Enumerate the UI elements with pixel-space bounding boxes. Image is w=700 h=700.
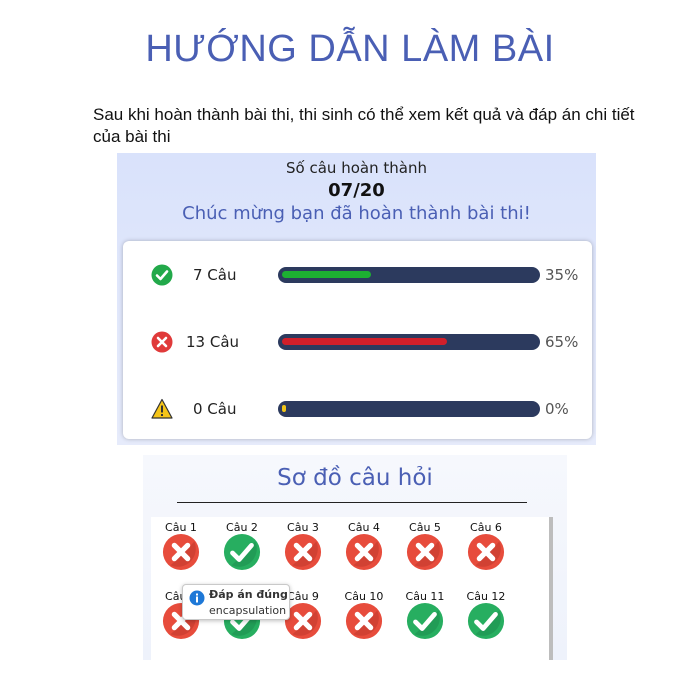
question-item[interactable]: Câu 2 [216,521,268,583]
progress-fill-skipped [282,405,286,412]
progress-fill-correct [282,271,371,278]
stat-percent: 65% [545,333,579,351]
info-icon [189,590,205,606]
stat-percent: 35% [545,266,579,284]
stat-row-skipped: 0 Câu 0% [123,394,592,424]
wrong-x-icon [406,533,444,571]
stat-label: 7 Câu [193,266,237,284]
progress-bar-wrong [278,334,540,350]
question-item[interactable]: Câu 6 [460,521,512,583]
progress-bar-correct [278,267,540,283]
wrong-x-icon [467,533,505,571]
page-title: HƯỚNG DẪN LÀM BÀI [145,28,555,70]
question-item[interactable]: Câu 12 [460,590,512,652]
stat-row-correct: 7 Câu 35% [123,260,592,290]
wrong-x-icon [345,533,383,571]
x-circle-icon [151,331,173,353]
wrong-x-icon [284,533,322,571]
tooltip-title: Đáp án đúng [209,588,288,601]
answer-tooltip: Đáp án đúng encapsulation [182,584,290,620]
result-panel: Số câu hoàn thành 07/20 Chúc mừng bạn đã… [117,153,596,445]
question-map: Sơ đồ câu hỏi Câu 1 Câu 2 Câu 3 Câu 4 Câu 5C… [143,455,567,660]
correct-check-icon [223,533,261,571]
stat-label: 13 Câu [186,333,240,351]
completed-caption: Số câu hoàn thành [286,159,427,177]
tooltip-answer: encapsulation [209,604,287,617]
progress-fill-wrong [282,338,448,345]
wrong-x-icon [162,533,200,571]
stats-card: 7 Câu 35% 13 Câu 65% 0 Câu 0% [123,241,592,439]
stat-row-wrong: 13 Câu 65% [123,327,592,357]
question-item[interactable]: Câu 10 [338,590,390,652]
warning-triangle-icon [151,398,173,419]
congrats-message: Chúc mừng bạn đã hoàn thành bài thi! [182,203,531,224]
question-item[interactable]: Câu 11 [399,590,451,652]
correct-check-icon [406,602,444,640]
score-value: 07/20 [328,180,385,201]
question-item[interactable]: Câu 4 [338,521,390,583]
correct-check-icon [467,602,505,640]
wrong-x-icon [345,602,383,640]
scrollbar[interactable] [549,517,553,660]
divider [177,502,527,503]
stat-percent: 0% [545,400,569,418]
progress-bar-skipped [278,401,540,417]
question-item[interactable]: Câu 3 [277,521,329,583]
stat-label: 0 Câu [193,400,237,418]
intro-text: Sau khi hoàn thành bài thi, thi sinh có … [93,105,635,146]
question-item[interactable]: Câu 1 [155,521,207,583]
question-item[interactable]: Câu 5 [399,521,451,583]
question-map-title: Sơ đồ câu hỏi [277,465,433,491]
check-circle-icon [151,264,173,286]
